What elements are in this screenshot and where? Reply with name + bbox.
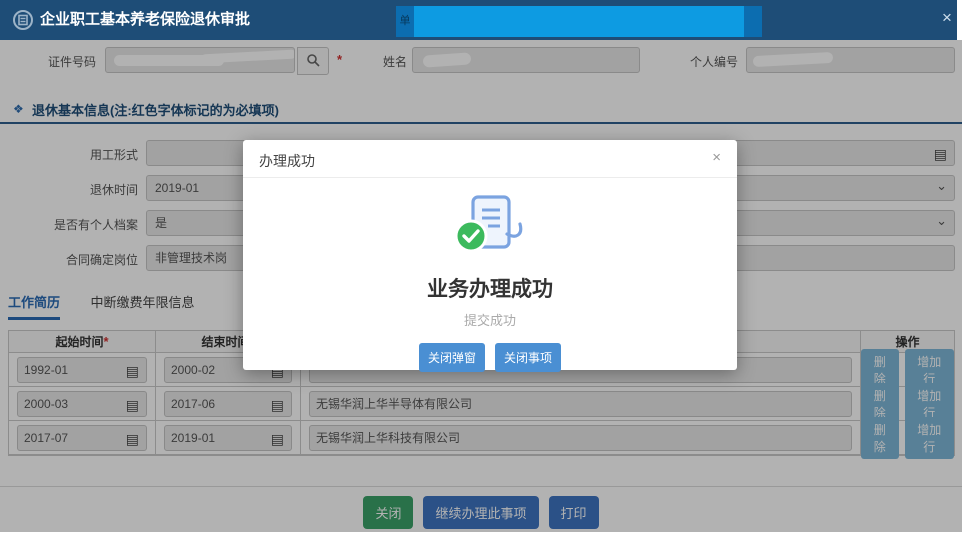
- modal-buttons: 关闭弹窗 关闭事项: [243, 343, 737, 372]
- success-modal: 办理成功 × 业务办理成功 提交成功 关闭弹窗 关闭事项: [243, 140, 737, 370]
- app-logo-icon: [12, 9, 34, 36]
- close-popup-button[interactable]: 关闭弹窗: [419, 343, 485, 372]
- redaction-left-fragment: 单: [396, 6, 414, 37]
- page: 企业职工基本养老保险退休审批 单 × 证件号码 * 姓名: [0, 0, 962, 540]
- modal-title: 办理成功: [259, 151, 315, 171]
- modal-close-icon[interactable]: ×: [712, 149, 721, 166]
- redaction-right-fragment: [744, 6, 762, 37]
- redaction-bar: 单: [396, 6, 762, 37]
- modal-header: 办理成功 ×: [243, 140, 737, 178]
- close-item-button[interactable]: 关闭事项: [495, 343, 561, 372]
- window-close-icon[interactable]: ×: [942, 8, 952, 28]
- modal-body: 业务办理成功 提交成功 关闭弹窗 关闭事项: [243, 192, 737, 372]
- modal-heading: 业务办理成功: [243, 273, 737, 303]
- success-document-icon: [243, 192, 737, 269]
- page-title: 企业职工基本养老保险退休审批: [40, 0, 250, 40]
- app-header-bar: 企业职工基本养老保险退休审批 单 ×: [0, 0, 957, 40]
- modal-subtitle: 提交成功: [243, 310, 737, 329]
